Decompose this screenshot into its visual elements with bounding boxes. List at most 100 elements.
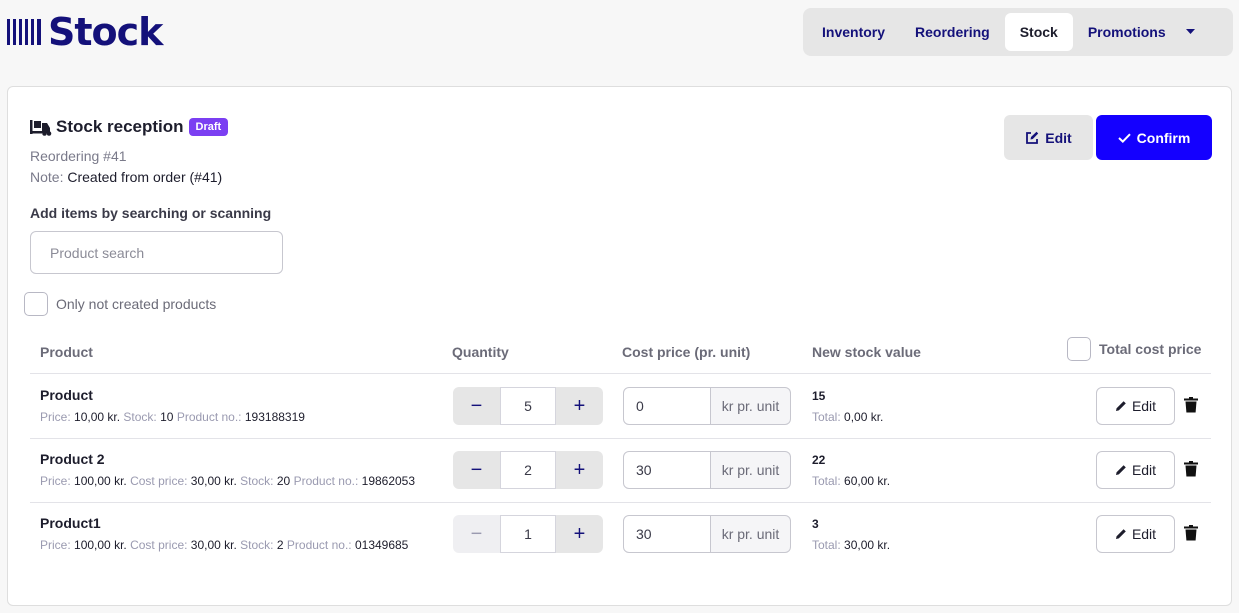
product-no-label: Product no.: [176,410,242,424]
table-row: Product1 Price: 100,00 kr. Cost price: 3… [30,502,1211,566]
confirm-button-label: Confirm [1136,129,1191,146]
new-stock-value: 3 [812,517,819,531]
product-no-label: Product no.: [293,474,359,488]
only-not-created-filter: Only not created products [24,292,216,316]
reordering-ref: Reordering #41 [30,148,127,164]
product-search-input[interactable] [30,231,283,274]
edit-button-label: Edit [1045,129,1072,146]
increase-quantity-button[interactable]: + [556,387,603,425]
row-edit-button[interactable]: Edit [1096,451,1175,489]
trash-icon[interactable] [1184,525,1198,541]
row-total: Total: 60,00 kr. [812,474,890,488]
price-label: Price: [40,474,71,488]
check-icon [1117,133,1131,143]
tab-promotions[interactable]: Promotions [1073,13,1181,51]
cost-price-value: 30,00 kr. [190,538,237,552]
product-meta: Price: 10,00 kr. Stock: 10 Product no.: … [40,410,305,424]
total-cost-price-checkbox[interactable] [1067,337,1091,361]
table-row: Product 2 Price: 100,00 kr. Cost price: … [30,438,1211,502]
cost-price-unit: kr pr. unit [711,515,791,553]
quantity-stepper: − 1 + [453,515,603,553]
product-no-value: 19862053 [361,474,416,488]
main-nav: Inventory Reordering Stock Promotions [803,8,1233,56]
note-value: Created from order (#41) [67,169,223,185]
total-label: Total: [812,538,841,552]
quantity-input[interactable]: 5 [500,387,556,425]
chevron-down-icon[interactable] [1185,26,1197,38]
cost-price-value: 30,00 kr. [190,474,237,488]
pencil-icon [1115,529,1126,539]
total-label: Total: [812,474,841,488]
note-line: Note: Created from order (#41) [30,169,222,185]
stock-label: Stock: [240,538,274,552]
total-value: 60,00 kr. [844,474,891,488]
cost-price-label: Cost price: [130,474,188,488]
page-title: Stock reception [56,117,184,136]
cost-price-input[interactable]: 30 [623,515,711,553]
increase-quantity-button[interactable]: + [556,515,603,553]
increase-quantity-button[interactable]: + [556,451,603,489]
row-edit-button[interactable]: Edit [1096,515,1175,553]
cost-price-field: 30 kr pr. unit [623,451,791,489]
stock-value: 10 [160,410,174,424]
total-value: 30,00 kr. [844,538,891,552]
decrease-quantity-button[interactable]: − [453,451,500,489]
product-no-value: 01349685 [354,538,409,552]
column-header-new-stock-value: New stock value [812,344,921,360]
trash-icon[interactable] [1184,461,1198,477]
status-badge: Draft [188,118,229,136]
decrease-quantity-button[interactable]: − [453,387,500,425]
tab-inventory[interactable]: Inventory [807,13,900,51]
only-not-created-label: Only not created products [56,296,217,312]
barcode-icon [7,19,44,45]
stock-reception-card: Stock reception Draft Reordering #41 Not… [7,86,1232,606]
row-edit-label: Edit [1131,462,1157,478]
table-row: Product Price: 10,00 kr. Stock: 10 Produ… [30,374,1211,438]
pencil-icon [1115,465,1126,475]
quantity-input[interactable]: 1 [500,515,556,553]
row-edit-label: Edit [1131,398,1157,414]
total-value: 0,00 kr. [844,410,884,424]
stock-value: 20 [276,474,291,488]
cost-price-field: 30 kr pr. unit [623,515,791,553]
pencil-icon [1115,401,1126,411]
row-total: Total: 30,00 kr. [812,538,890,552]
cost-price-label: Cost price: [130,538,188,552]
page-header: Stock reception Draft [30,117,229,137]
tab-reordering[interactable]: Reordering [900,13,1005,51]
product-name: Product 2 [40,451,105,467]
tab-stock[interactable]: Stock [1004,13,1073,51]
price-value: 100,00 kr. [74,474,127,488]
edit-button[interactable]: Edit [1004,115,1093,160]
decrease-quantity-button[interactable]: − [453,515,500,553]
stock-value: 2 [276,538,284,552]
trash-icon[interactable] [1184,397,1198,413]
product-no-value: 193188319 [244,410,305,424]
cost-price-input[interactable]: 30 [623,451,711,489]
quantity-stepper: − 5 + [453,387,603,425]
quantity-stepper: − 2 + [453,451,603,489]
quantity-input[interactable]: 2 [500,451,556,489]
column-header-cost-price: Cost price (pr. unit) [622,344,751,360]
app-logo[interactable]: Stock [7,10,163,54]
search-label: Add items by searching or scanning [30,205,272,221]
confirm-button[interactable]: Confirm [1096,115,1212,160]
cost-price-input[interactable]: 0 [623,387,711,425]
product-name: Product1 [40,515,101,531]
row-edit-label: Edit [1131,526,1157,542]
price-value: 100,00 kr. [74,538,127,552]
cost-price-unit: kr pr. unit [711,387,791,425]
price-label: Price: [40,410,71,424]
row-edit-button[interactable]: Edit [1096,387,1175,425]
cost-price-field: 0 kr pr. unit [623,387,791,425]
edit-square-icon [1026,131,1039,144]
product-no-label: Product no.: [286,538,352,552]
total-label: Total: [812,410,841,424]
note-label: Note: [30,169,64,185]
stock-label: Stock: [123,410,157,424]
new-stock-value: 15 [812,389,826,403]
price-value: 10,00 kr. [74,410,121,424]
price-label: Price: [40,538,71,552]
new-stock-value: 22 [812,453,826,467]
only-not-created-checkbox[interactable] [24,292,48,316]
